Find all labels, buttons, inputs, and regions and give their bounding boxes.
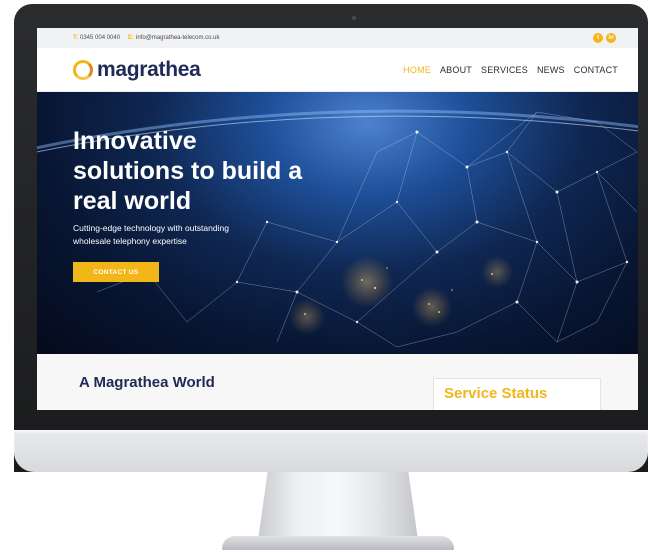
monitor-stand-base xyxy=(222,536,454,550)
hero-subtitle: Cutting-edge technology with outstanding… xyxy=(73,222,313,248)
phone-contact[interactable]: T: 0345 004 0040 xyxy=(73,35,120,41)
hero-banner: Innovative solutions to build a real wor… xyxy=(37,92,638,354)
hero-subtitle-line: wholesale telephony expertise xyxy=(73,236,187,246)
logo-ring-icon xyxy=(73,59,93,80)
contact-us-button[interactable]: CONTACT US xyxy=(73,262,159,282)
nav-item-about[interactable]: ABOUT xyxy=(440,65,472,75)
monitor-chin xyxy=(14,430,648,472)
hero-title-line: Innovative xyxy=(73,127,197,155)
hero-title-line: solutions to build a xyxy=(73,157,303,185)
hero-title: Innovative solutions to build a real wor… xyxy=(73,126,373,216)
nav-item-contact[interactable]: CONTACT xyxy=(574,65,618,75)
service-status-title: Service Status xyxy=(444,385,548,402)
hero-subtitle-line: Cutting-edge technology with outstanding xyxy=(73,223,229,233)
email-label: E: xyxy=(128,35,135,41)
section-title: A Magrathea World xyxy=(79,374,215,391)
website-screen: T: 0345 004 0040 E: info@magrathea-telecom… xyxy=(37,28,638,410)
service-status-panel[interactable]: Service Status xyxy=(433,378,601,410)
site-logo[interactable]: magrathea xyxy=(73,58,201,82)
nav-item-news[interactable]: NEWS xyxy=(537,65,565,75)
site-header: magrathea HOME ABOUT SERVICES NEWS CONTA… xyxy=(37,48,638,92)
hero-title-line: real world xyxy=(73,187,192,215)
monitor-stand xyxy=(258,472,418,540)
twitter-icon[interactable]: t xyxy=(593,33,603,43)
contact-topbar: T: 0345 004 0040 E: info@magrathea-telecom… xyxy=(37,28,638,48)
nav-item-home[interactable]: HOME xyxy=(403,65,431,75)
main-nav: HOME ABOUT SERVICES NEWS CONTACT xyxy=(403,65,618,75)
nav-item-services[interactable]: SERVICES xyxy=(481,65,528,75)
phone-label: T: xyxy=(73,35,78,41)
phone-number: 0345 004 0040 xyxy=(80,35,121,41)
camera-dot xyxy=(352,16,356,20)
logo-text: magrathea xyxy=(97,57,201,81)
email-address: info@magrathea-telecom.co.uk xyxy=(136,35,220,41)
linkedin-icon[interactable]: in xyxy=(606,33,616,43)
email-contact[interactable]: E: info@magrathea-telecom.co.uk xyxy=(128,35,219,41)
content-section: A Magrathea World Service Status xyxy=(37,354,638,410)
social-links: t in xyxy=(593,33,616,43)
